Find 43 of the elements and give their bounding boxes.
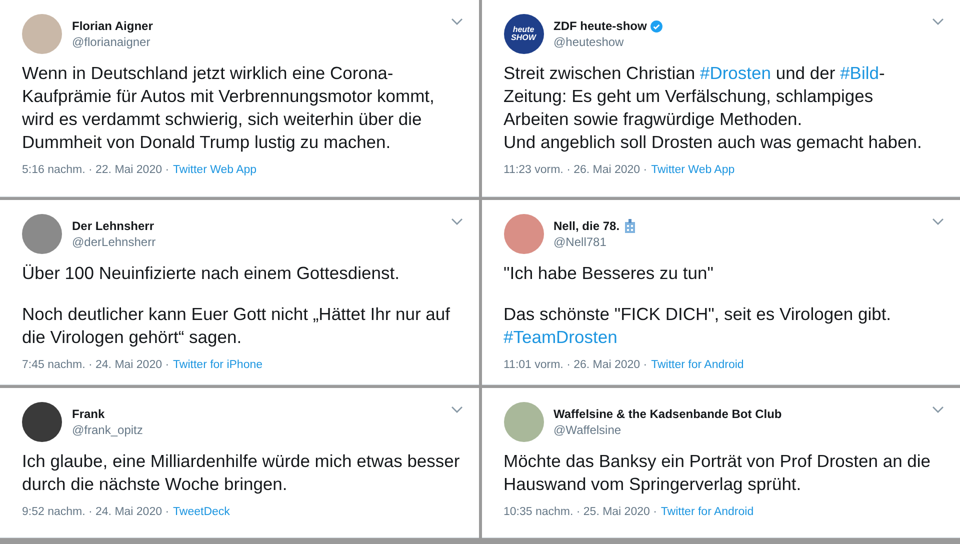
- caret-icon[interactable]: [450, 406, 462, 414]
- caret-icon[interactable]: [450, 18, 462, 26]
- tweet-timestamp: 5:16 nachm. · 22. Mai 2020 ·: [22, 164, 170, 176]
- user-handle: @Nell781: [554, 235, 608, 249]
- display-name: Frank: [72, 407, 105, 421]
- user-handle: @Waffelsine: [554, 423, 622, 437]
- source-link[interactable]: Twitter for iPhone: [173, 359, 263, 371]
- user-handle: @frank_opitz: [72, 423, 143, 437]
- tweet-timestamp: 11:23 vorm. · 26. Mai 2020 ·: [504, 164, 648, 176]
- logo-text: heute SHOW: [510, 26, 538, 42]
- hashtag-link[interactable]: #Drosten: [700, 63, 771, 83]
- tweet-text: Das schönste "FICK DICH", seit es Virologen gibt. #TeamDrosten: [504, 303, 892, 349]
- tweet-text: Noch deutlicher kann Euer Gott nicht „Hättet Ihr nur auf die Virologen gehört“ sagen.: [22, 303, 451, 349]
- user-handle: @heuteshow: [554, 35, 625, 49]
- caret-icon[interactable]: [932, 406, 944, 414]
- hashtag-link[interactable]: #TeamDrosten: [504, 327, 618, 347]
- tweet-text: "Ich habe Besseres zu tun": [504, 262, 714, 285]
- source-link[interactable]: TweetDeck: [173, 506, 230, 518]
- user-handle: @florianaigner: [72, 35, 152, 49]
- user-handle: @derLehnsherr: [72, 235, 156, 249]
- tweet-timestamp: 9:52 nachm. · 24. Mai 2020 ·: [22, 506, 170, 518]
- source-link[interactable]: Twitter for Android: [651, 359, 744, 371]
- caret-icon[interactable]: [450, 218, 462, 226]
- tweet-timestamp: 11:01 vorm. · 26. Mai 2020 ·: [504, 359, 648, 371]
- caret-icon[interactable]: [932, 218, 944, 226]
- display-name: Florian Aigner: [72, 19, 153, 33]
- tweet-text: Möchte das Banksy ein Porträt von Prof Drosten an die Hauswand vom Springerverlag sprüht.: [504, 450, 932, 496]
- source-link[interactable]: Twitter Web App: [651, 164, 735, 176]
- tweet-timestamp: 10:35 nachm. · 25. Mai 2020 ·: [504, 506, 657, 518]
- display-name: Der Lehnsherr: [72, 219, 154, 233]
- caret-icon[interactable]: [932, 18, 944, 26]
- tweet-timestamp: 7:45 nachm. · 24. Mai 2020 ·: [22, 359, 170, 371]
- tweet-text: Und angeblich soll Drosten auch was gemacht haben.: [504, 131, 923, 154]
- display-name: ZDF heute-show: [554, 19, 647, 33]
- display-name: Nell, die 78.: [554, 219, 620, 233]
- source-link[interactable]: Twitter Web App: [173, 164, 257, 176]
- tweet-text: Über 100 Neuinfizierte nach einem Gottesdienst.: [22, 262, 400, 285]
- tweet-text: Ich glaube, eine Milliardenhilfe würde mich etwas besser durch die nächste Woche bringen.: [22, 450, 460, 496]
- tweet-text: Streit zwischen Christian #Drosten und der #Bild-Zeitung: Es geht um Verfälschung, schlampiges Arbeiten sowie fragwürdige Methoden.: [504, 62, 886, 131]
- source-link[interactable]: Twitter for Android: [660, 506, 754, 518]
- display-name: Waffelsine & the Kadsenbande Bot Club: [554, 407, 782, 421]
- hashtag-link[interactable]: #Bild: [840, 63, 879, 83]
- tweet-text: Wenn in Deutschland jetzt wirklich eine Corona-Kaufprämie für Autos mit Verbrennungsmotor kommt, wird es verdammt schwierig, sich weiterhin über die Dummheit von Donald Trump lustig zu machen.: [22, 62, 436, 154]
